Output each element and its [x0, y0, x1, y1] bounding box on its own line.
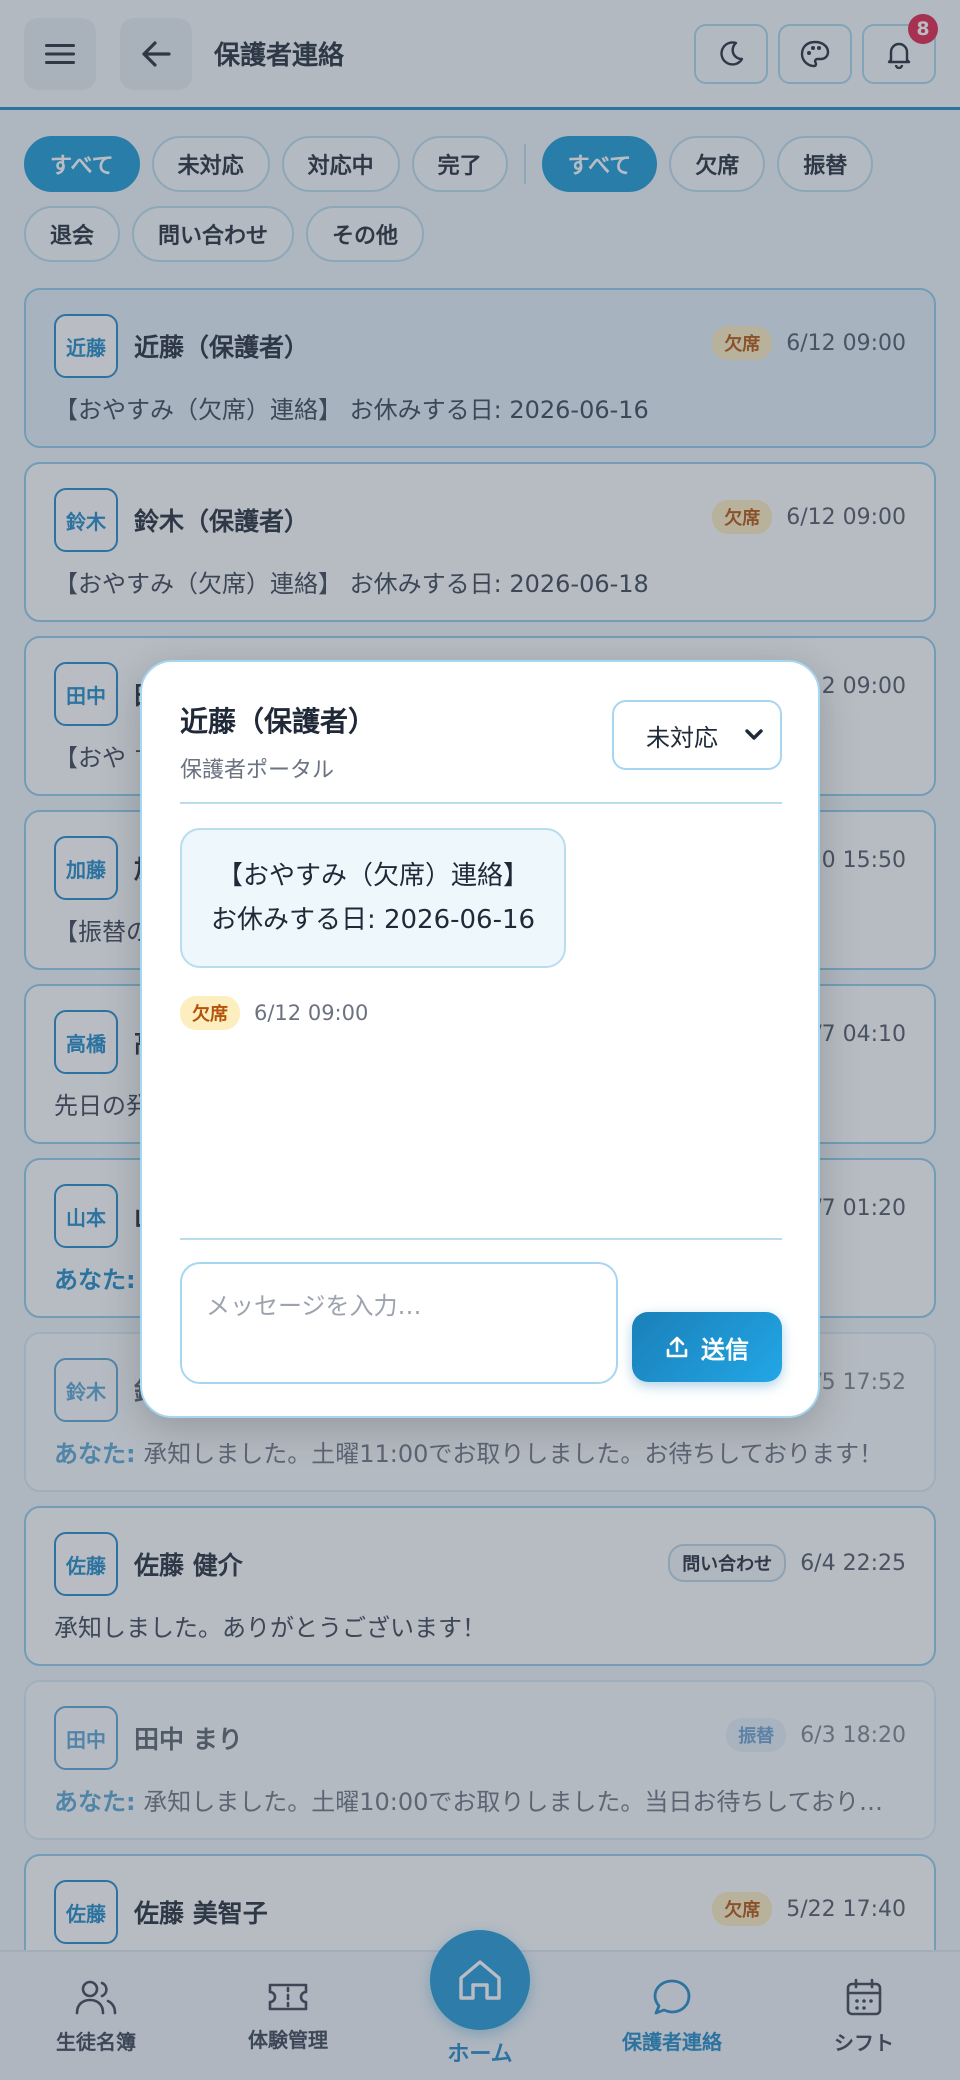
send-button[interactable]: 送信 [632, 1312, 782, 1382]
status-select[interactable]: 未対応 [612, 700, 782, 770]
upload-icon [666, 1336, 688, 1358]
modal-message-time: 6/12 09:00 [254, 1001, 369, 1025]
modal-sender-name: 近藤（保護者） [180, 705, 377, 738]
bubble-line: お休みする日: 2026-06-16 [210, 905, 536, 935]
send-button-label: 送信 [701, 1335, 749, 1364]
message-detail-modal: 近藤（保護者） 保護者ポータル 未対応 【おやすみ（欠席）連絡】 お休みする日:… [140, 660, 820, 1418]
message-bubble: 【おやすみ（欠席）連絡】 お休みする日: 2026-06-16 [180, 828, 566, 968]
modal-divider [180, 802, 782, 804]
chevron-down-icon [745, 729, 763, 740]
modal-category-tag: 欠席 [180, 996, 240, 1030]
message-input[interactable]: メッセージを入力… [180, 1262, 618, 1384]
bubble-line: 【おやすみ（欠席）連絡】 [216, 861, 529, 891]
status-select-value: 未対応 [646, 723, 718, 752]
modal-divider [180, 1238, 782, 1240]
modal-source: 保護者ポータル [180, 758, 335, 783]
